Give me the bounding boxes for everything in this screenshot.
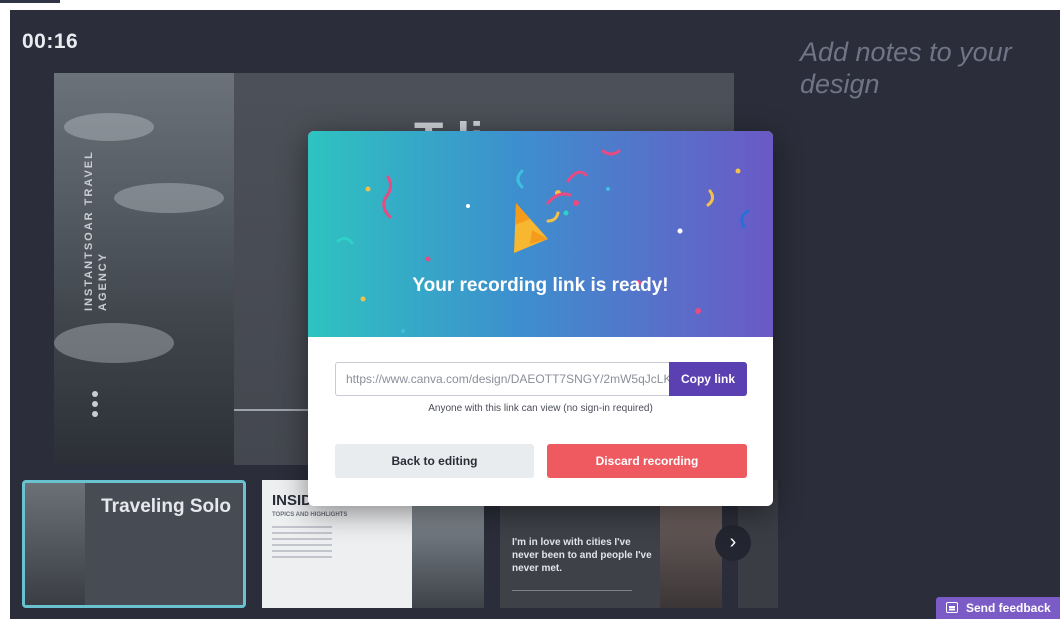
link-permission-hint: Anyone with this link can view (no sign-… [428, 403, 653, 414]
send-feedback-button[interactable]: Send feedback [936, 597, 1060, 619]
party-popper-icon [514, 190, 572, 253]
notes-placeholder[interactable]: Add notes to your design [800, 36, 1040, 100]
vertical-dots-icon [92, 391, 98, 421]
thumbnail-quote: I'm in love with cities I've never been … [512, 537, 652, 574]
top-tab-mark [0, 0, 60, 3]
thumbnail-title: INSID [272, 492, 313, 509]
recording-ready-dialog: Your recording link is ready! https://ww… [308, 131, 773, 506]
thumbnail-rule [512, 590, 632, 591]
thumbnail-1[interactable]: Traveling Solo [22, 480, 246, 608]
thumbnail-photo [25, 483, 85, 605]
recording-timer: 00:16 [22, 30, 79, 53]
copy-link-button[interactable]: Copy link [669, 362, 747, 396]
dialog-title: Your recording link is ready! [412, 275, 669, 296]
thumbnail-subtitle: TOPICS AND HIGHLIGHTS [272, 512, 348, 518]
top-strip [0, 0, 1060, 10]
back-to-editing-button[interactable]: Back to editing [335, 444, 534, 478]
thumbnail-text-lines [272, 526, 332, 562]
send-feedback-label: Send feedback [966, 601, 1051, 615]
comment-icon [946, 602, 958, 613]
link-row: https://www.canva.com/design/DAEOTT7SNGY… [335, 362, 747, 396]
recording-link-field[interactable]: https://www.canva.com/design/DAEOTT7SNGY… [335, 362, 669, 396]
discard-recording-button[interactable]: Discard recording [547, 444, 747, 478]
chevron-right-icon[interactable]: › [715, 525, 751, 561]
thumbnail-title: Traveling Solo [101, 496, 231, 517]
confetti-illustration [336, 149, 750, 333]
dialog-banner: Your recording link is ready! [308, 131, 773, 337]
slide-photo [54, 73, 234, 465]
slide-vertical-text: INSTANTSOAR TRAVEL AGENCY [83, 150, 109, 311]
